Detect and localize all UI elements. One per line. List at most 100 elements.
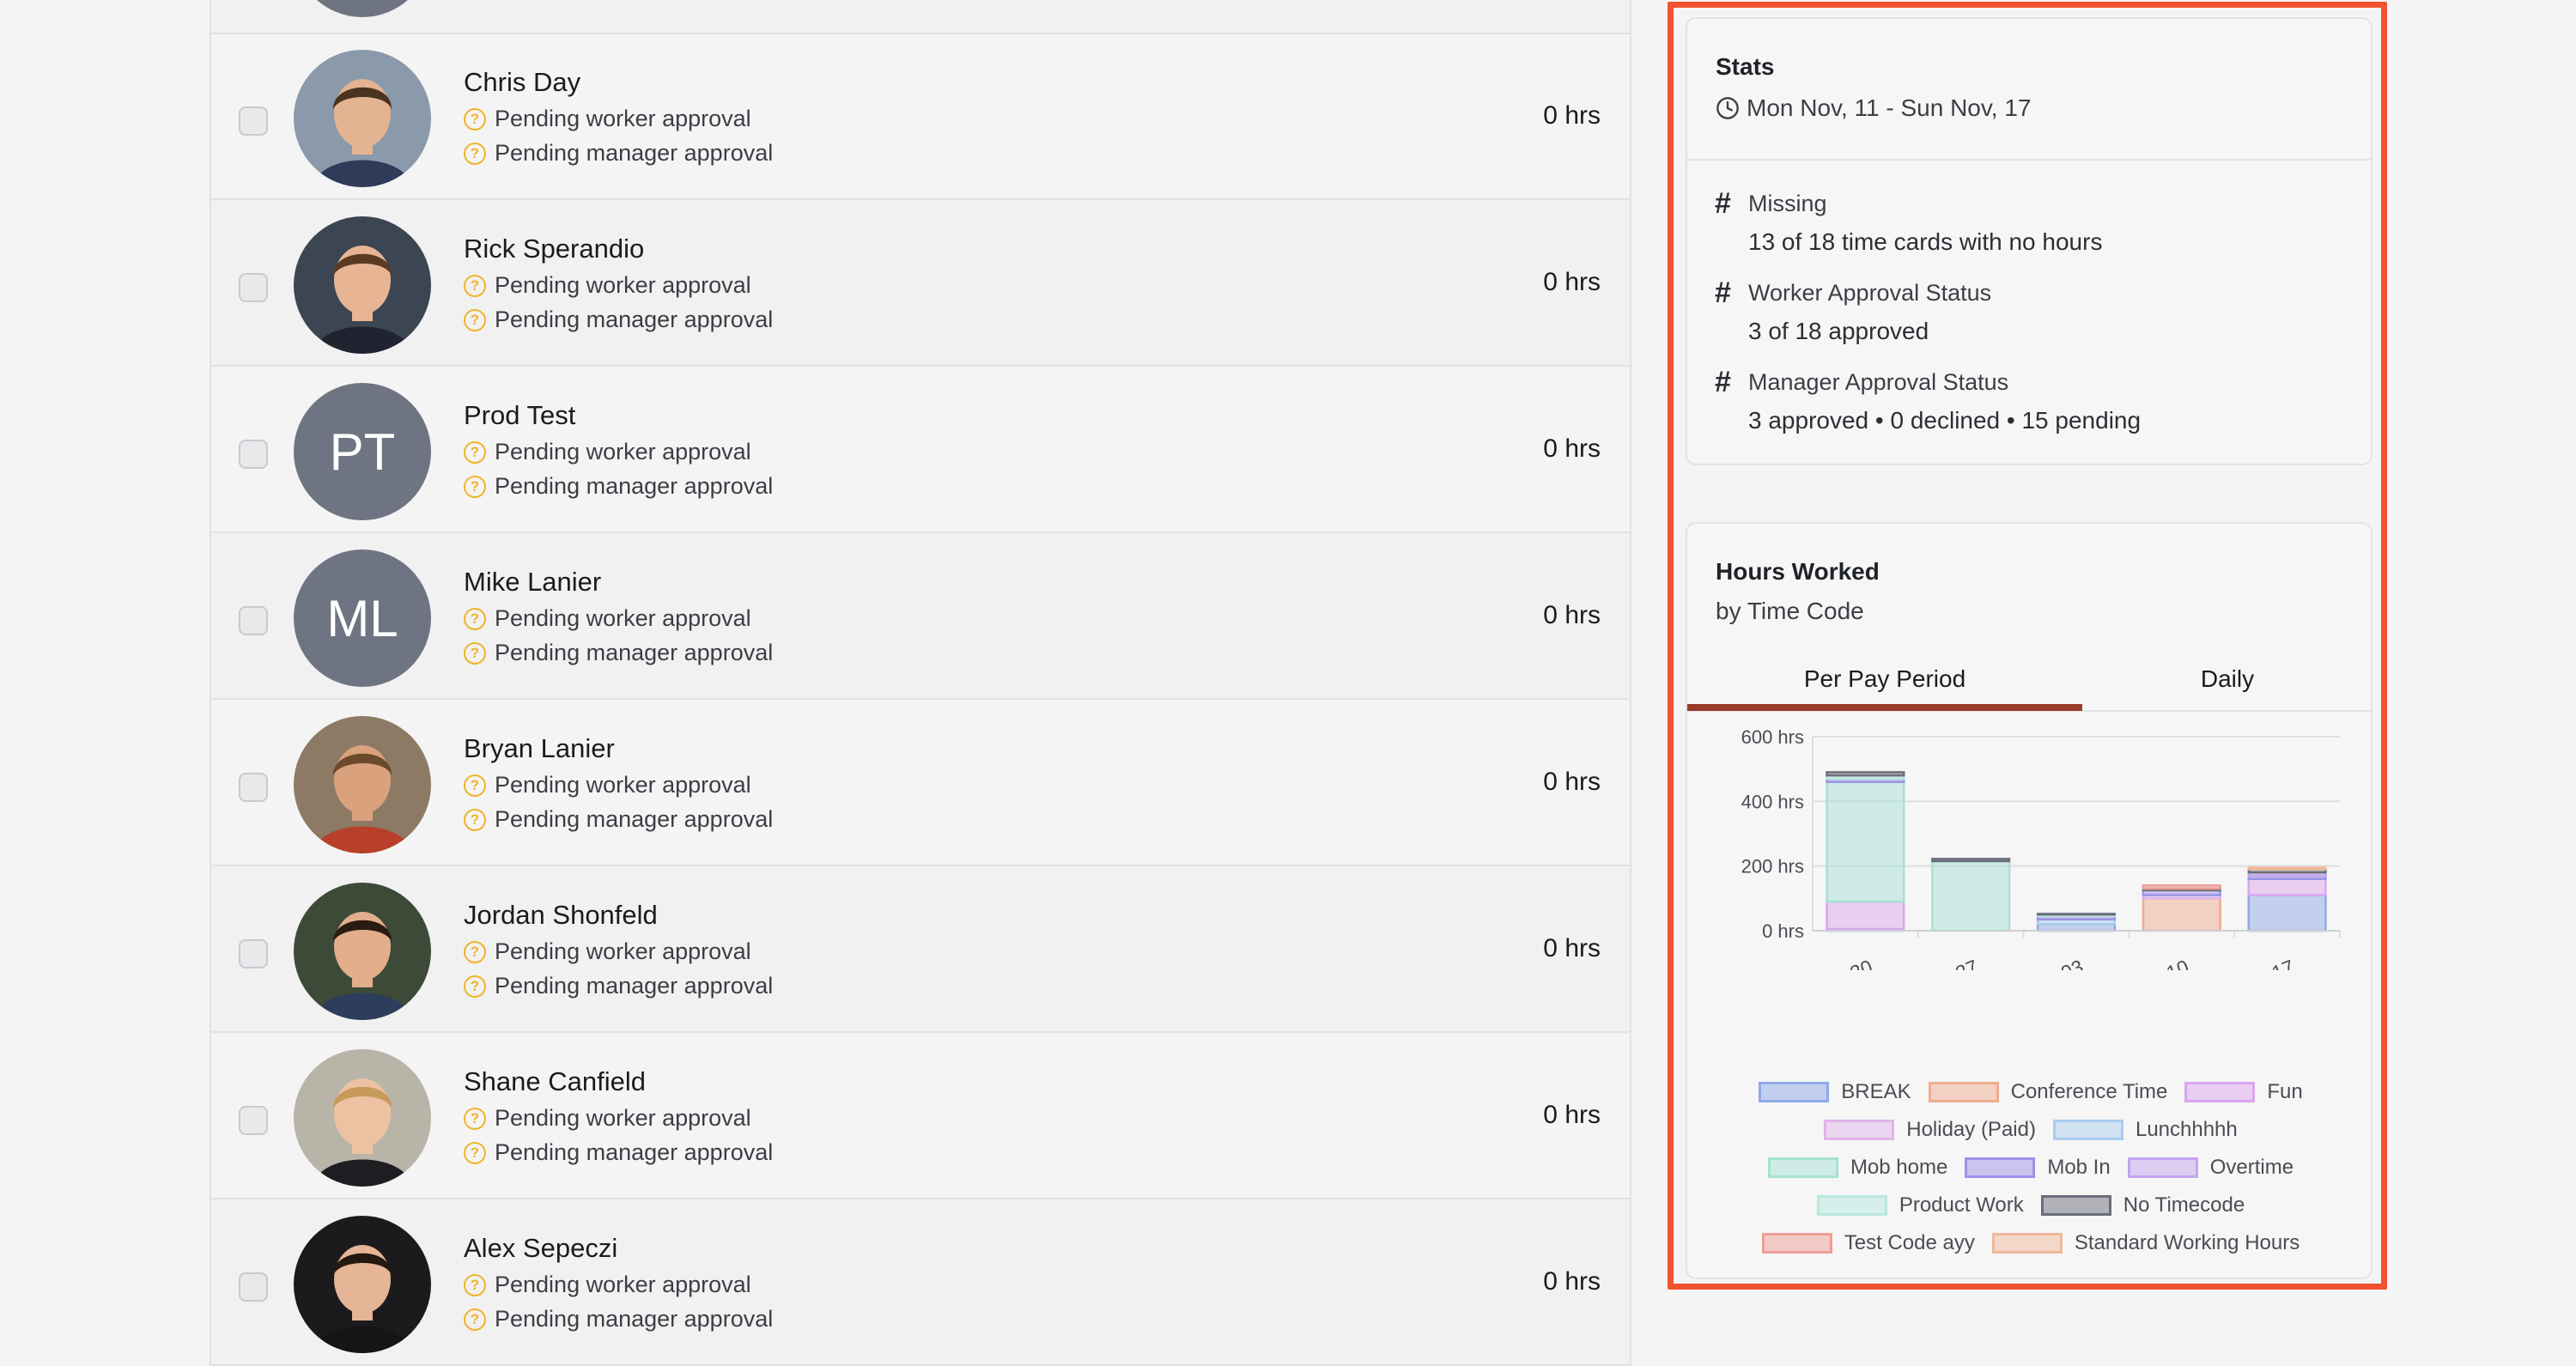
legend-item[interactable]: No Timecode [2040,1193,2245,1217]
x-tick-label: Oct 14 - Oct 20 [1743,956,1875,970]
row-checkbox[interactable] [239,106,268,136]
hours-worked-subtitle: by Time Code [1716,598,1864,624]
table-row[interactable]: ML Mike Lanier? Pending worker approval? Pe… [211,534,1630,700]
bar-segment [1826,900,1905,931]
legend-item[interactable]: Fun [2184,1080,2303,1104]
table-row[interactable]: Chris Day? Pending worker approval? Pendin… [211,34,1630,200]
avatar [294,50,431,187]
table-row[interactable]: Shane Canfield? Pending worker approval? P… [211,1034,1630,1199]
hours-worked-title: Hours Worked [1716,558,1880,585]
legend-item[interactable]: Standard Working Hours [1991,1231,2300,1255]
status-text: Pending worker approval [495,106,751,131]
hours-total: 0 hrs [1543,934,1601,962]
legend-item[interactable]: Mob home [1767,1156,1948,1180]
hours-total: 0 hrs [1543,101,1601,130]
status-text: Pending manager approval [495,140,774,166]
table-row[interactable]: Alex Sepeczi? Pending worker approval? Pen… [211,1200,1630,1366]
tab-per-pay-period[interactable]: Per Pay Period [1687,653,2082,706]
manager-approval-status: ? Pending manager approval [464,473,773,500]
legend-label: Mob In [2047,1156,2111,1179]
legend-item[interactable]: Product Work [1816,1193,2024,1217]
avatar [294,216,431,354]
row-checkbox[interactable] [239,440,268,469]
table-row[interactable]: PT Prod Test? Pending worker approval? Pend… [211,367,1630,533]
legend-item[interactable]: BREAK [1759,1080,1911,1104]
legend-row: Product Work No Timecode [1687,1187,2374,1224]
bar-segment [1826,780,1905,903]
worker-approval-status: ? Pending worker approval [464,1272,751,1298]
stat-value-manager-approval: 3 approved • 0 declined • 15 pending [1748,407,2142,434]
manager-approval-status: ? Pending manager approval [464,307,773,333]
pending-icon: ? [464,308,486,331]
hours-chart: 0 hrs 200 hrs 400 hrs 600 hrs Oct 14 - Oct 2… [1741,726,2341,970]
bar-segment [2247,877,2327,896]
table-row[interactable]: Jordan Shonfeld? Pending worker approval?… [211,867,1630,1033]
row-checkbox[interactable] [239,773,268,802]
table-row[interactable]: Bryan Lanier? Pending worker approval? Pen… [211,701,1630,866]
status-text: Pending worker approval [495,439,751,464]
legend-item[interactable]: Overtime [2127,1156,2294,1180]
hash-icon: # [1715,366,1731,398]
status-text: Pending manager approval [495,473,774,499]
y-tick-label: 0 hrs [1762,920,1804,942]
clock-icon [1716,97,1739,119]
hash-icon: # [1715,276,1731,309]
status-text: Pending worker approval [495,938,751,964]
tab-daily[interactable]: Daily [2082,653,2372,706]
avatar [294,716,431,853]
avatar-photo [294,216,431,354]
status-text: Pending worker approval [495,1272,751,1297]
row-checkbox[interactable] [239,1272,268,1302]
y-tick-label: 200 hrs [1741,856,1804,877]
legend-label: Fun [2267,1080,2303,1103]
date-range-text: Mon Nov, 11 - Sun Nov, 17 [1747,94,2032,121]
legend-label: Overtime [2209,1156,2294,1179]
employee-name: Bryan Lanier [464,733,615,763]
legend-label: Mob home [1850,1156,1948,1179]
status-text: Pending manager approval [495,307,774,332]
row-checkbox[interactable] [239,606,268,635]
legend-item[interactable]: Mob In [1965,1156,2111,1180]
timecard-list: Chris Day? Pending worker approval? Pendin… [210,0,1631,1366]
manager-approval-status: ? Pending manager approval [464,806,773,833]
table-row[interactable]: Rick Sperandio? Pending worker approval? P… [211,201,1630,367]
legend-item[interactable]: Conference Time [1928,1080,2168,1104]
pending-icon: ? [464,974,486,998]
manager-approval-status: ? Pending manager approval [464,973,773,999]
legend-item[interactable]: Test Code ayy [1761,1231,1975,1255]
worker-approval-status: ? Pending worker approval [464,439,751,465]
legend-swatch [2040,1195,2111,1216]
legend-item[interactable]: Holiday (Paid) [1824,1118,2036,1142]
pending-icon: ? [464,1107,486,1130]
avatar-photo [294,1216,431,1353]
row-checkbox[interactable] [239,939,268,968]
legend-item[interactable]: Lunchhhhh [2052,1118,2238,1142]
pending-icon: ? [464,774,486,797]
row-checkbox[interactable] [239,273,268,302]
avatar-photo [294,716,431,853]
avatar: ML [294,549,431,687]
row-checkbox[interactable] [239,1106,268,1135]
stat-label-worker-approval: Worker Approval Status [1748,280,1992,306]
hours-total: 0 hrs [1543,434,1601,463]
legend-label: Product Work [1899,1193,2024,1217]
bar-segment [2142,897,2221,932]
hours-worked-card: Hours Worked by Time Code Per Pay Period… [1686,522,2372,1279]
legend-label: Conference Time [2010,1080,2168,1103]
status-text: Pending manager approval [495,1139,774,1165]
worker-approval-status: ? Pending worker approval [464,938,751,965]
pending-icon: ? [464,940,486,963]
pending-icon: ? [464,1308,486,1331]
hours-total: 0 hrs [1543,601,1601,629]
pending-icon: ? [464,475,486,498]
hash-icon: # [1715,187,1731,220]
avatar [294,1049,431,1187]
avatar-initials: PT [329,422,396,481]
active-tab-indicator [1687,704,2082,711]
y-tick-label: 400 hrs [1741,791,1804,812]
bar-segment [2142,884,2221,890]
legend-swatch [1767,1157,1838,1178]
status-text: Pending worker approval [495,272,751,298]
worker-approval-status: ? Pending worker approval [464,605,751,632]
legend-row: BREAK Conference Time Fun [1687,1073,2374,1111]
